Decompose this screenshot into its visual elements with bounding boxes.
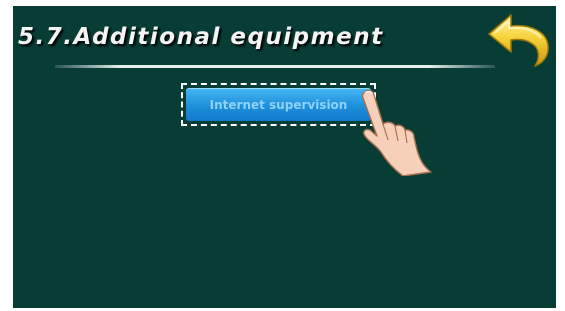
pointing-hand-icon bbox=[351, 86, 443, 176]
back-arrow-icon bbox=[488, 14, 549, 67]
back-button[interactable] bbox=[485, 8, 556, 68]
page-title: 5.7.Additional equipment bbox=[18, 24, 384, 50]
screen: 5.7.Additional equipment Internet superv… bbox=[13, 6, 556, 308]
title-divider bbox=[55, 65, 495, 68]
internet-supervision-button[interactable]: Internet supervision bbox=[186, 88, 371, 121]
